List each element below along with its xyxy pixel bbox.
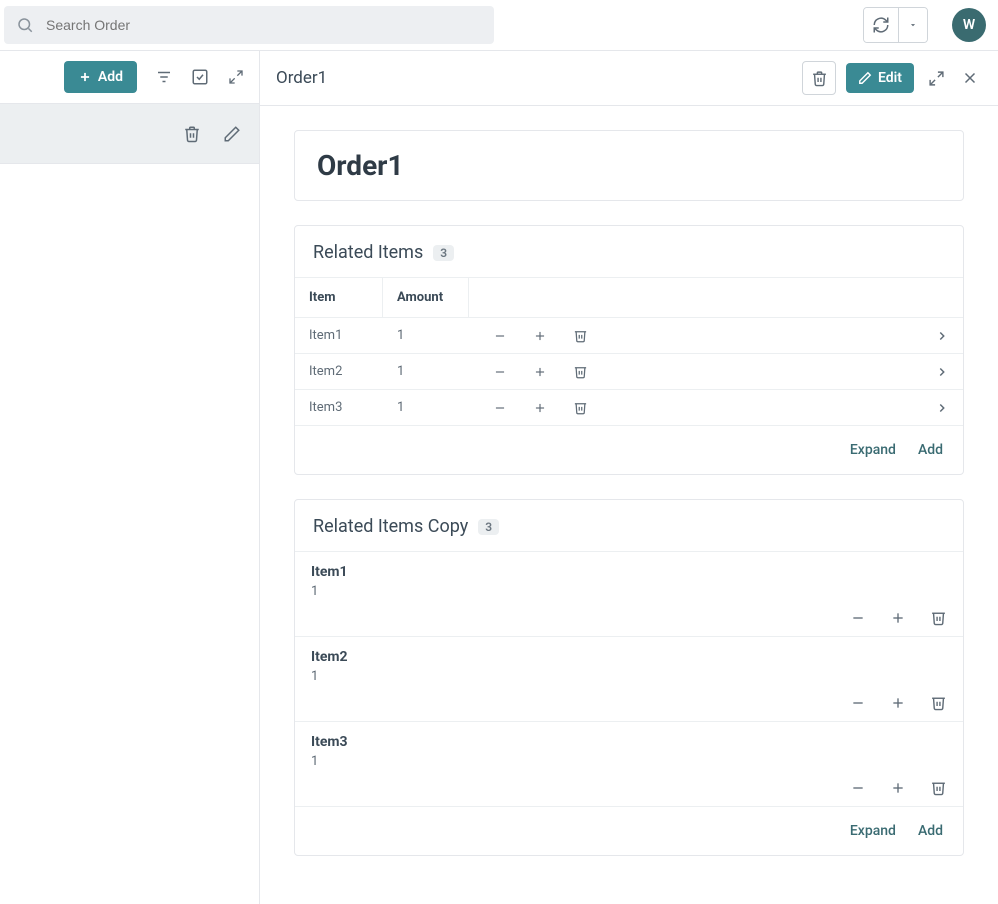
column-amount: Amount <box>383 278 469 317</box>
list-item[interactable]: Item3 1 <box>295 722 963 807</box>
search-input[interactable] <box>44 16 482 34</box>
column-item: Item <box>309 278 383 317</box>
cell-item: Item3 <box>309 400 383 415</box>
detail-header: Order1 Edit <box>260 51 998 106</box>
search-icon <box>16 16 34 34</box>
add-link[interactable]: Add <box>918 442 943 458</box>
related-items-count-badge: 3 <box>433 245 454 261</box>
record-title-card: Order1 <box>294 130 964 201</box>
select-mode-button[interactable] <box>191 68 209 86</box>
plus-icon[interactable] <box>890 695 906 711</box>
expand-sidebar-button[interactable] <box>227 68 245 86</box>
delete-icon[interactable] <box>183 125 201 143</box>
related-items-table-header: Item Amount <box>295 278 963 318</box>
delete-icon[interactable] <box>573 364 588 379</box>
related-items-copy-title: Related Items Copy <box>313 516 468 537</box>
minus-icon[interactable] <box>493 401 507 415</box>
sync-button-group <box>863 7 928 43</box>
list-item-amount: 1 <box>311 754 947 769</box>
sync-dropdown[interactable] <box>899 8 927 42</box>
list-item-amount: 1 <box>311 669 947 684</box>
record-title: Order1 <box>295 131 963 200</box>
list-item-name: Item3 <box>311 734 947 750</box>
edit-record-button[interactable]: Edit <box>846 63 914 93</box>
delete-record-button[interactable] <box>802 61 836 95</box>
related-items-footer: Expand Add <box>295 426 963 474</box>
plus-icon[interactable] <box>890 780 906 796</box>
minus-icon[interactable] <box>493 329 507 343</box>
related-items-header: Related Items 3 <box>295 226 963 278</box>
minus-icon[interactable] <box>850 695 866 711</box>
related-items-copy-footer: Expand Add <box>295 807 963 855</box>
plus-icon[interactable] <box>533 329 547 343</box>
search-input-wrapper[interactable] <box>4 6 494 44</box>
sidebar-toolbar: Add <box>0 51 259 104</box>
cell-amount: 1 <box>383 400 469 415</box>
plus-icon <box>78 70 92 84</box>
plus-icon[interactable] <box>533 401 547 415</box>
chevron-right-icon[interactable] <box>935 329 949 343</box>
sync-button[interactable] <box>864 8 898 42</box>
user-avatar[interactable]: W <box>952 8 986 42</box>
top-bar: W <box>0 0 998 50</box>
add-button[interactable]: Add <box>64 61 137 93</box>
cell-item: Item2 <box>309 364 383 379</box>
plus-icon[interactable] <box>890 610 906 626</box>
add-link[interactable]: Add <box>918 823 943 839</box>
list-item[interactable]: Item1 1 <box>295 552 963 637</box>
table-row[interactable]: Item2 1 <box>295 354 963 390</box>
minus-icon[interactable] <box>493 365 507 379</box>
main-panel: Order1 Edit Order1 <box>260 51 998 904</box>
delete-icon[interactable] <box>930 609 947 626</box>
expand-link[interactable]: Expand <box>850 823 896 839</box>
minus-icon[interactable] <box>850 610 866 626</box>
edit-icon[interactable] <box>223 125 241 143</box>
list-item-name: Item1 <box>311 564 947 580</box>
cell-amount: 1 <box>383 364 469 379</box>
edit-icon <box>858 71 872 85</box>
delete-icon[interactable] <box>930 694 947 711</box>
related-items-title: Related Items <box>313 242 423 263</box>
delete-icon[interactable] <box>573 400 588 415</box>
delete-icon[interactable] <box>930 779 947 796</box>
plus-icon[interactable] <box>533 365 547 379</box>
list-item-amount: 1 <box>311 584 947 599</box>
filter-button[interactable] <box>155 68 173 86</box>
chevron-right-icon[interactable] <box>935 365 949 379</box>
sidebar: Add <box>0 51 260 904</box>
related-items-copy-header: Related Items Copy 3 <box>295 500 963 552</box>
add-button-label: Add <box>98 69 123 85</box>
detail-title: Order1 <box>276 68 327 88</box>
expand-link[interactable]: Expand <box>850 442 896 458</box>
cell-amount: 1 <box>383 328 469 343</box>
minus-icon[interactable] <box>850 780 866 796</box>
related-items-card: Related Items 3 Item Amount Item1 1 <box>294 225 964 475</box>
chevron-right-icon[interactable] <box>935 401 949 415</box>
fullscreen-button[interactable] <box>924 66 948 90</box>
cell-item: Item1 <box>309 328 383 343</box>
list-item-name: Item2 <box>311 649 947 665</box>
table-row[interactable]: Item3 1 <box>295 390 963 426</box>
close-button[interactable] <box>958 66 982 90</box>
list-item[interactable]: Item2 1 <box>295 637 963 722</box>
table-row[interactable]: Item1 1 <box>295 318 963 354</box>
edit-button-label: Edit <box>878 70 902 86</box>
delete-icon[interactable] <box>573 328 588 343</box>
related-items-copy-count-badge: 3 <box>478 519 499 535</box>
related-items-copy-card: Related Items Copy 3 Item1 1 Item2 1 <box>294 499 964 856</box>
sidebar-item-selected[interactable] <box>0 104 259 164</box>
